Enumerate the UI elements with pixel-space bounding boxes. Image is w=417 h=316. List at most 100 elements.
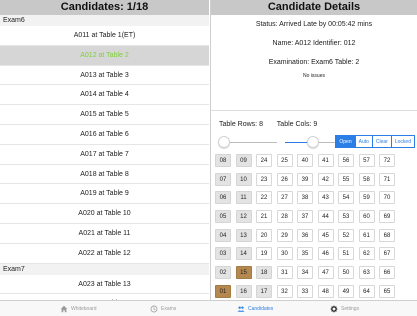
name-identifier-text: Name: A012 Identifier: 012 bbox=[272, 40, 356, 47]
seat-cell[interactable]: 07 bbox=[215, 172, 231, 186]
tab-whiteboard[interactable]: Whiteboard bbox=[60, 301, 97, 316]
seat-cell[interactable]: 70 bbox=[379, 191, 395, 205]
seat-cell[interactable]: 38 bbox=[297, 191, 313, 205]
locked-button[interactable]: Locked bbox=[390, 135, 415, 148]
seat-cell[interactable]: 45 bbox=[317, 228, 334, 242]
open-button[interactable]: Open bbox=[335, 135, 356, 148]
seat-cell[interactable]: 29 bbox=[276, 228, 293, 242]
seat-cell[interactable]: 04 bbox=[215, 228, 231, 242]
seat-cell[interactable]: 52 bbox=[338, 228, 354, 242]
candidate-list-item[interactable]: A021 at Table 11 bbox=[0, 224, 209, 244]
seat-cell[interactable]: 55 bbox=[338, 172, 354, 186]
seat-cell[interactable]: 57 bbox=[358, 154, 375, 167]
seat-cell[interactable]: 19 bbox=[256, 247, 272, 261]
tab-exams[interactable]: Exams bbox=[150, 301, 176, 316]
seat-cell[interactable]: 06 bbox=[215, 191, 231, 205]
seat-cell[interactable]: 11 bbox=[235, 191, 252, 205]
seat-cell[interactable]: 69 bbox=[379, 210, 395, 224]
seat-cell[interactable]: 02 bbox=[215, 266, 231, 280]
seat-cell[interactable]: 12 bbox=[235, 210, 252, 224]
seat-cell[interactable]: 13 bbox=[235, 228, 252, 242]
seat-cell[interactable]: 41 bbox=[317, 154, 334, 167]
seat-cell[interactable]: 24 bbox=[256, 154, 272, 167]
candidate-list-item[interactable]: A016 at Table 6 bbox=[0, 125, 209, 145]
candidate-list-item[interactable]: A011 at Table 1(ET) bbox=[0, 26, 209, 46]
candidate-list-item[interactable]: A013 at Table 3 bbox=[0, 66, 209, 86]
candidate-list-item[interactable]: A023 at Table 13 bbox=[0, 275, 209, 295]
cols-slider-knob[interactable] bbox=[307, 136, 319, 148]
seat-cell[interactable]: 36 bbox=[297, 228, 313, 242]
seat-cell[interactable]: 50 bbox=[338, 266, 354, 280]
seat-cell[interactable]: 27 bbox=[276, 191, 293, 205]
seat-cell[interactable]: 65 bbox=[379, 284, 395, 298]
seat-cell[interactable]: 71 bbox=[379, 172, 395, 186]
exam-group-label: Exam6 bbox=[0, 15, 209, 26]
seat-cell[interactable]: 15 bbox=[235, 266, 252, 280]
seat-cell[interactable]: 08 bbox=[215, 154, 231, 167]
seat-cell[interactable]: 01 bbox=[215, 284, 231, 298]
seat-cell[interactable]: 14 bbox=[235, 247, 252, 261]
seat-cell[interactable]: 20 bbox=[256, 228, 272, 242]
rows-slider-knob[interactable] bbox=[217, 136, 230, 148]
seat-cell[interactable]: 34 bbox=[297, 266, 313, 280]
clear-button[interactable]: Clear bbox=[371, 135, 392, 148]
seat-cell[interactable]: 64 bbox=[358, 284, 375, 298]
candidate-list-item[interactable]: A015 at Table 5 bbox=[0, 105, 209, 125]
seat-cell[interactable]: 53 bbox=[338, 210, 354, 224]
seat-cell[interactable]: 44 bbox=[317, 210, 334, 224]
clock-icon bbox=[150, 305, 158, 313]
seat-cell[interactable]: 46 bbox=[317, 247, 334, 261]
seat-cell[interactable]: 21 bbox=[256, 210, 272, 224]
candidate-list-item[interactable]: A017 at Table 7 bbox=[0, 145, 209, 165]
candidate-list-item[interactable]: A018 at Table 8 bbox=[0, 165, 209, 185]
candidate-list-item[interactable]: A020 at Table 10 bbox=[0, 204, 209, 224]
candidate-list-item[interactable]: A014 at Table 4 bbox=[0, 85, 209, 106]
seat-cell[interactable]: 39 bbox=[297, 172, 313, 186]
auto-button[interactable]: Auto bbox=[354, 135, 373, 148]
seat-cell[interactable]: 10 bbox=[235, 172, 252, 186]
seat-cell[interactable]: 28 bbox=[276, 210, 293, 224]
seat-cell[interactable]: 18 bbox=[256, 266, 272, 280]
candidate-details-panel: Candidate Details Status: Arrived Late b… bbox=[210, 0, 417, 300]
seat-cell[interactable]: 47 bbox=[317, 266, 334, 280]
seat-cell[interactable]: 22 bbox=[256, 191, 272, 205]
tab-candidates[interactable]: Candidates bbox=[237, 301, 273, 316]
seat-cell[interactable]: 31 bbox=[276, 266, 293, 280]
seat-cell[interactable]: 49 bbox=[338, 284, 354, 298]
seat-cell[interactable]: 32 bbox=[276, 284, 293, 298]
seat-cell[interactable]: 58 bbox=[358, 172, 375, 186]
seat-cell[interactable]: 30 bbox=[276, 247, 293, 261]
seat-cell[interactable]: 17 bbox=[256, 284, 272, 298]
seat-cell[interactable]: 25 bbox=[276, 154, 293, 167]
seat-cell[interactable]: 60 bbox=[358, 210, 375, 224]
seat-cell[interactable]: 63 bbox=[358, 266, 375, 280]
seat-cell[interactable]: 26 bbox=[276, 172, 293, 186]
seat-cell[interactable]: 33 bbox=[297, 284, 313, 298]
seat-cell[interactable]: 61 bbox=[358, 228, 375, 242]
seat-cell[interactable]: 09 bbox=[235, 154, 252, 167]
candidate-list-item[interactable]: A022 at Table 12 bbox=[0, 244, 209, 264]
seat-cell[interactable]: 56 bbox=[338, 154, 354, 167]
candidate-list-item[interactable]: A019 at Table 9 bbox=[0, 184, 209, 205]
candidate-list-item[interactable]: A012 at Table 2 bbox=[0, 45, 209, 66]
seat-cell[interactable]: 23 bbox=[256, 172, 272, 186]
tab-settings[interactable]: Settings bbox=[330, 301, 359, 316]
seat-cell[interactable]: 43 bbox=[317, 191, 334, 205]
seat-cell[interactable]: 68 bbox=[379, 228, 395, 242]
candidates-panel: Candidates: 1/18 Exam6 A011 at Table 1(ET… bbox=[0, 0, 209, 315]
seat-cell[interactable]: 03 bbox=[215, 247, 231, 261]
seat-cell[interactable]: 05 bbox=[215, 210, 231, 224]
seat-cell[interactable]: 35 bbox=[297, 247, 313, 261]
seat-cell[interactable]: 66 bbox=[379, 266, 395, 280]
seat-cell[interactable]: 59 bbox=[358, 191, 375, 205]
seat-cell[interactable]: 62 bbox=[358, 247, 375, 261]
seat-cell[interactable]: 48 bbox=[317, 284, 334, 298]
seat-cell[interactable]: 67 bbox=[379, 247, 395, 261]
seat-cell[interactable]: 16 bbox=[235, 284, 252, 298]
seat-cell[interactable]: 40 bbox=[297, 154, 313, 167]
seat-cell[interactable]: 42 bbox=[317, 172, 334, 186]
seat-cell[interactable]: 54 bbox=[338, 191, 354, 205]
seat-cell[interactable]: 51 bbox=[338, 247, 354, 261]
seat-cell[interactable]: 37 bbox=[297, 210, 313, 224]
seat-cell[interactable]: 72 bbox=[379, 154, 395, 167]
